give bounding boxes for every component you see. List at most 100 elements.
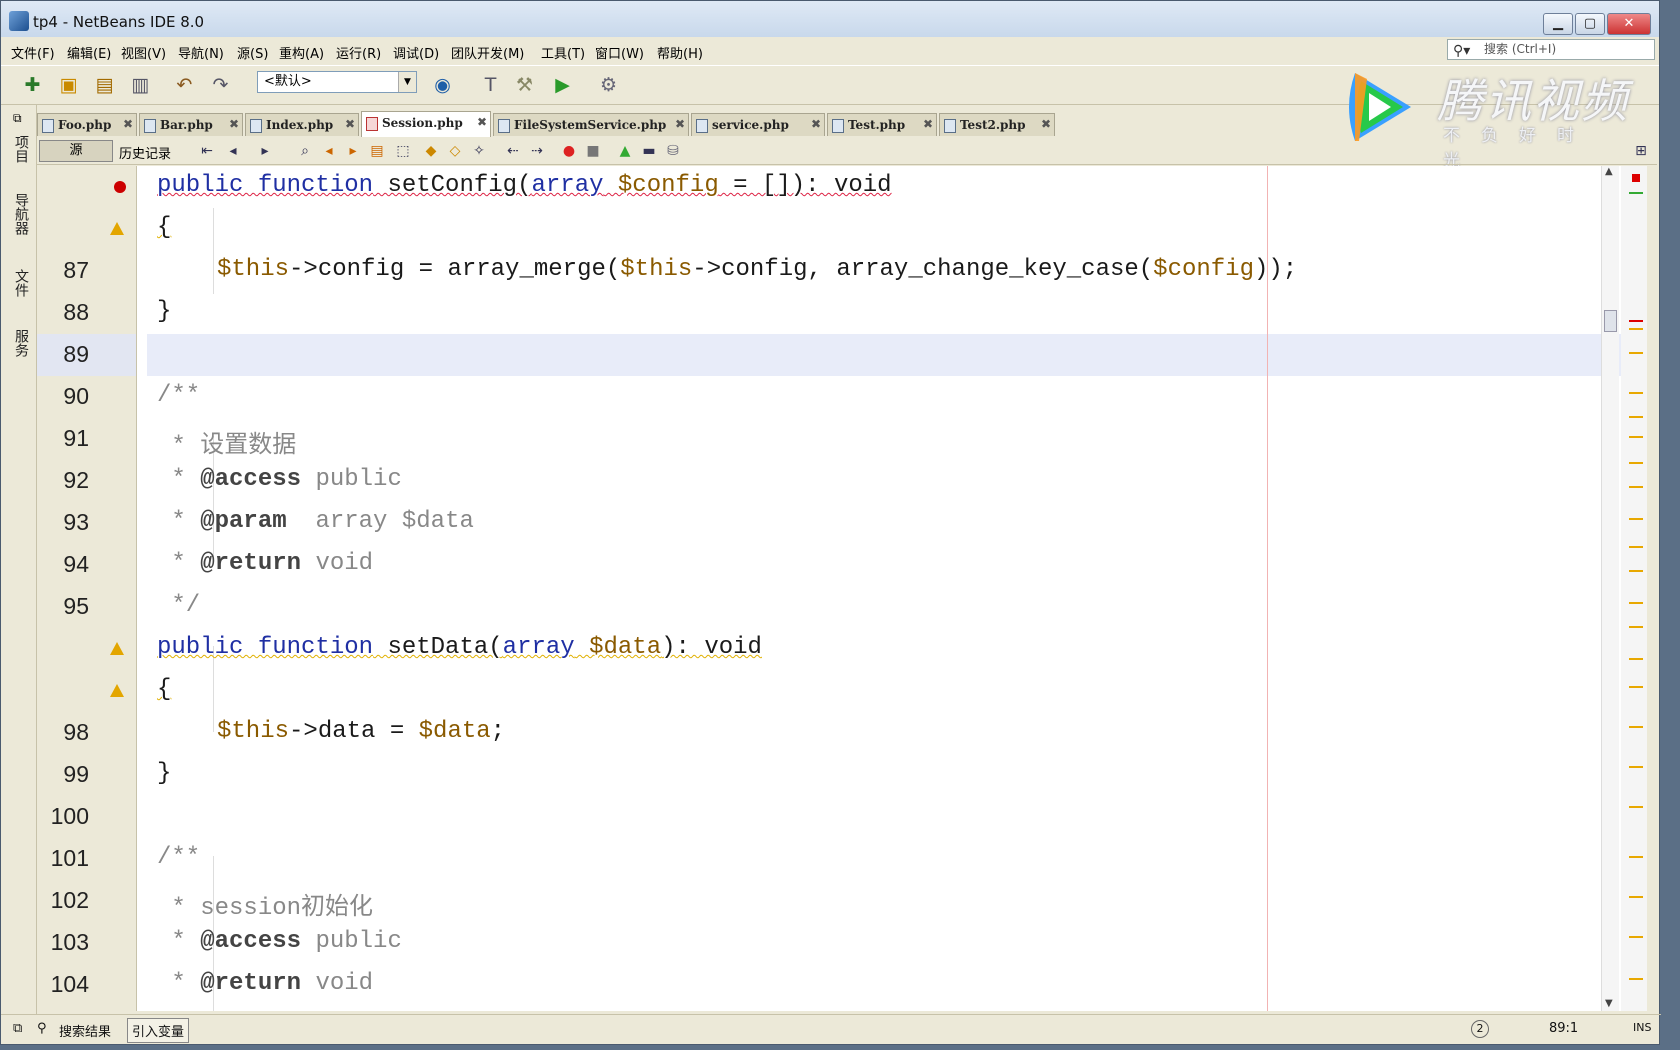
introduce-variable-tab[interactable]: 引入变量 (127, 1018, 190, 1043)
start-macro-icon[interactable]: ● (559, 141, 579, 161)
stripe-mark[interactable] (1629, 518, 1643, 520)
stripe-mark[interactable] (1629, 626, 1643, 628)
menu-file[interactable]: 文件(F) (11, 43, 55, 62)
stripe-mark[interactable] (1629, 462, 1643, 464)
stop-macro-icon[interactable]: ■ (583, 141, 603, 161)
services-tab[interactable]: 服务 (9, 329, 31, 357)
search-input[interactable]: ⚲▾ 搜索 (Ctrl+I) (1447, 39, 1655, 60)
close-tab-icon[interactable]: ✖ (477, 115, 487, 129)
close-tab-icon[interactable]: ✖ (345, 117, 355, 131)
menu-refactor[interactable]: 重构(A) (279, 43, 324, 62)
menu-navigate[interactable]: 导航(N) (178, 43, 224, 62)
debug-icon[interactable]: ⚙ (595, 72, 622, 99)
vertical-scrollbar[interactable]: ▲ ▼ (1601, 166, 1619, 1011)
new-project-icon[interactable]: ▣ (55, 72, 82, 99)
comment-icon[interactable]: ▲ (615, 141, 635, 161)
close-tab-icon[interactable]: ✖ (123, 117, 133, 131)
history-view-button[interactable]: 历史记录 (119, 143, 171, 162)
tab-bar-php[interactable]: Bar.php ✖ (139, 113, 243, 136)
tab-filesystemservice-php[interactable]: FileSystemService.php ✖ (493, 113, 689, 136)
search-results-tab[interactable]: 搜索结果 (59, 1021, 111, 1040)
menu-team[interactable]: 团队开发(M) (451, 43, 524, 62)
close-tab-icon[interactable]: ✖ (811, 117, 821, 131)
menu-source[interactable]: 源(S) (237, 43, 268, 62)
stripe-mark[interactable] (1629, 320, 1643, 322)
next-bookmark-icon[interactable]: ◇ (445, 141, 465, 161)
scroll-down-icon[interactable]: ▼ (1605, 998, 1613, 1009)
undo-icon[interactable]: ↶ (171, 72, 198, 99)
navigator-tab[interactable]: 导航器 (9, 193, 31, 235)
new-file-icon[interactable]: ✚ (19, 72, 46, 99)
stripe-mark[interactable] (1629, 856, 1643, 858)
maximize-button[interactable]: ▢ (1575, 13, 1605, 35)
stripe-mark[interactable] (1629, 686, 1643, 688)
back-icon[interactable]: ◂ (223, 141, 243, 161)
menu-view[interactable]: 视图(V) (121, 43, 166, 62)
shift-right-icon[interactable]: ⇢ (527, 141, 547, 161)
menu-help[interactable]: 帮助(H) (657, 43, 703, 62)
warning-glyph-icon[interactable] (110, 684, 124, 697)
stripe-mark[interactable] (1629, 726, 1643, 728)
close-button[interactable]: ✕ (1607, 13, 1651, 35)
stripe-mark[interactable] (1629, 936, 1643, 938)
stripe-mark[interactable] (1629, 806, 1643, 808)
stripe-mark[interactable] (1629, 978, 1643, 980)
minimize-button[interactable]: ▁ (1543, 13, 1573, 35)
database-icon[interactable]: ⛁ (663, 141, 683, 161)
error-glyph-icon[interactable] (114, 181, 126, 193)
menu-tools[interactable]: 工具(T) (541, 43, 585, 62)
redo-icon[interactable]: ↷ (207, 72, 234, 99)
stripe-mark[interactable] (1629, 570, 1643, 572)
projects-tab[interactable]: 项目 (9, 135, 31, 163)
close-tab-icon[interactable]: ✖ (229, 117, 239, 131)
find-next-icon[interactable]: ▸ (343, 141, 363, 161)
toggle-highlight-icon[interactable]: ▤ (367, 141, 387, 161)
stripe-mark[interactable] (1629, 352, 1643, 354)
menu-window[interactable]: 窗口(W) (595, 43, 644, 62)
close-tab-icon[interactable]: ✖ (675, 117, 685, 131)
forward-icon[interactable]: ▸ (255, 141, 275, 161)
toggle-rect-select-icon[interactable]: ⬚ (393, 141, 413, 161)
warning-glyph-icon[interactable] (110, 642, 124, 655)
restore-output-icon[interactable]: ⧉ (13, 1021, 22, 1036)
tab-foo-php[interactable]: Foo.php ✖ (37, 113, 137, 136)
close-tab-icon[interactable]: ✖ (1041, 117, 1051, 131)
stripe-mark[interactable] (1629, 392, 1643, 394)
stripe-mark[interactable] (1629, 486, 1643, 488)
files-tab[interactable]: 文件 (9, 269, 31, 297)
last-edit-icon[interactable]: ⇤ (197, 141, 217, 161)
split-window-icon[interactable]: ⊞ (1631, 141, 1651, 161)
stripe-mark[interactable] (1629, 766, 1643, 768)
clean-build-icon[interactable]: ⚒ (511, 72, 538, 99)
find-previous-icon[interactable]: ◂ (319, 141, 339, 161)
open-project-icon[interactable]: ▤ (91, 72, 118, 99)
tab-index-php[interactable]: Index.php ✖ (245, 113, 359, 136)
tab-test-php[interactable]: Test.php ✖ (827, 113, 937, 136)
stripe-mark[interactable] (1629, 896, 1643, 898)
menu-debug[interactable]: 调试(D) (393, 43, 439, 62)
scrollbar-thumb[interactable] (1604, 310, 1617, 332)
toggle-bookmark-icon[interactable]: ✧ (469, 141, 489, 161)
save-all-icon[interactable]: ▥ (127, 72, 154, 99)
error-stripe[interactable] (1621, 166, 1647, 1011)
configuration-select[interactable]: <默认> ▼ (257, 71, 417, 93)
scroll-up-icon[interactable]: ▲ (1605, 166, 1613, 177)
stripe-mark[interactable] (1629, 192, 1643, 194)
tab-session-php[interactable]: Session.php ✖ (361, 111, 491, 137)
source-view-button[interactable]: 源 (39, 140, 113, 162)
tab-service-php[interactable]: service.php ✖ (691, 113, 825, 136)
browser-globe-icon[interactable]: ◉ (429, 72, 456, 99)
shift-left-icon[interactable]: ⇠ (503, 141, 523, 161)
stripe-mark[interactable] (1629, 328, 1643, 330)
stripe-mark[interactable] (1629, 416, 1643, 418)
warning-glyph-icon[interactable] (110, 222, 124, 235)
menu-run[interactable]: 运行(R) (336, 43, 381, 62)
stripe-mark[interactable] (1629, 602, 1643, 604)
menu-edit[interactable]: 编辑(E) (67, 43, 111, 62)
stripe-mark[interactable] (1629, 436, 1643, 438)
stripe-mark[interactable] (1629, 658, 1643, 660)
build-hammer-icon[interactable]: T (477, 72, 504, 99)
restore-window-icon[interactable]: ⧉ (13, 111, 22, 126)
tab-test2-php[interactable]: Test2.php ✖ (939, 113, 1055, 136)
run-icon[interactable]: ▶ (549, 72, 576, 99)
